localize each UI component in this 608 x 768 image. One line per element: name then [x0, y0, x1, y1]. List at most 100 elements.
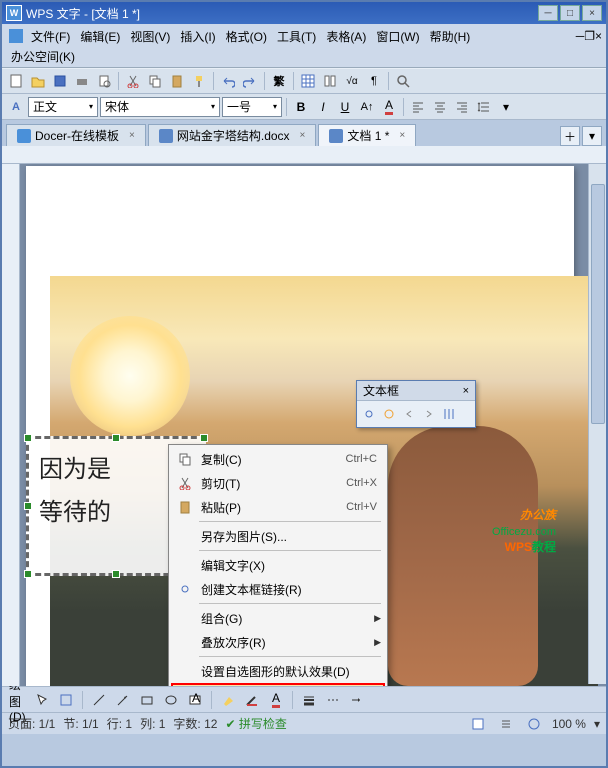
- doc-close-button[interactable]: ×: [595, 29, 602, 43]
- align-left-icon[interactable]: [408, 97, 428, 117]
- cm-order[interactable]: 叠放次序(R) ▶: [171, 630, 385, 654]
- textbox-toolbar[interactable]: 文本框 ×: [356, 380, 476, 428]
- redo-icon[interactable]: [240, 71, 260, 91]
- wps-menu-icon[interactable]: [6, 26, 26, 46]
- font-color-icon[interactable]: A: [266, 690, 286, 710]
- size-combo[interactable]: 一号▾: [222, 97, 282, 117]
- autoshapes-icon[interactable]: [56, 690, 76, 710]
- format-painter-icon[interactable]: [189, 71, 209, 91]
- tab-menu-button[interactable]: ▾: [582, 126, 602, 146]
- doc-restore-button[interactable]: ❐: [584, 29, 595, 43]
- cut-icon[interactable]: [123, 71, 143, 91]
- next-textbox-icon[interactable]: [421, 406, 437, 422]
- textbox-icon[interactable]: A: [185, 690, 205, 710]
- oval-icon[interactable]: [161, 690, 181, 710]
- floating-close-icon[interactable]: ×: [463, 385, 469, 397]
- cm-edit-text[interactable]: 编辑文字(X): [171, 553, 385, 577]
- font-color-icon[interactable]: A: [379, 97, 399, 117]
- menu-file[interactable]: 文件(F): [26, 26, 75, 47]
- font-grow-icon[interactable]: A↑: [357, 97, 377, 117]
- arrow-icon[interactable]: [113, 690, 133, 710]
- rectangle-icon[interactable]: [137, 690, 157, 710]
- line-color-icon[interactable]: [242, 690, 262, 710]
- cm-save-as-picture[interactable]: 另存为图片(S)...: [171, 524, 385, 548]
- menu-table[interactable]: 表格(A): [321, 26, 371, 47]
- doc-minimize-button[interactable]: ─: [576, 29, 585, 43]
- menu-help[interactable]: 帮助(H): [425, 26, 476, 47]
- scrollbar-thumb[interactable]: [591, 184, 605, 424]
- view-web-icon[interactable]: [524, 714, 544, 734]
- style-combo[interactable]: 正文▾: [28, 97, 98, 117]
- cm-copy[interactable]: 复制(C) Ctrl+C: [171, 447, 385, 471]
- link-icon[interactable]: [361, 406, 377, 422]
- prev-textbox-icon[interactable]: [401, 406, 417, 422]
- equation-icon[interactable]: √α: [342, 71, 362, 91]
- print-preview-icon[interactable]: [94, 71, 114, 91]
- resize-handle[interactable]: [112, 434, 120, 442]
- print-icon[interactable]: [72, 71, 92, 91]
- open-icon[interactable]: [28, 71, 48, 91]
- cm-paste[interactable]: 粘贴(P) Ctrl+V: [171, 495, 385, 519]
- menu-window[interactable]: 窗口(W): [371, 26, 424, 47]
- line-icon[interactable]: [89, 690, 109, 710]
- zoom-dropdown-icon[interactable]: ▾: [594, 717, 600, 731]
- paste-icon[interactable]: [167, 71, 187, 91]
- format-icon[interactable]: A: [6, 97, 26, 117]
- traditional-chinese-icon[interactable]: 繁: [269, 71, 289, 91]
- select-icon[interactable]: [32, 690, 52, 710]
- table-icon[interactable]: [298, 71, 318, 91]
- minimize-button[interactable]: ─: [538, 5, 558, 21]
- status-spell[interactable]: ✔ 拼写检查: [225, 715, 286, 732]
- break-link-icon[interactable]: [381, 406, 397, 422]
- close-button[interactable]: ×: [582, 5, 602, 21]
- tab-document-2[interactable]: 网站金字塔结构.docx ×: [148, 124, 317, 146]
- cm-object-format[interactable]: 设置对象格式(O)...: [171, 683, 385, 686]
- menu-view[interactable]: 视图(V): [125, 26, 175, 47]
- fill-color-icon[interactable]: [218, 690, 238, 710]
- resize-handle[interactable]: [112, 570, 120, 578]
- menu-office-space[interactable]: 办公空间(K): [6, 46, 80, 67]
- resize-handle[interactable]: [24, 502, 32, 510]
- paragraph-icon[interactable]: ¶: [364, 71, 384, 91]
- cm-create-link[interactable]: 创建文本框链接(R): [171, 577, 385, 601]
- undo-icon[interactable]: [218, 71, 238, 91]
- maximize-button[interactable]: □: [560, 5, 580, 21]
- save-icon[interactable]: [50, 71, 70, 91]
- copy-icon[interactable]: [145, 71, 165, 91]
- tab-docer[interactable]: Docer-在线模板 ×: [6, 124, 146, 146]
- align-right-icon[interactable]: [452, 97, 472, 117]
- underline-button[interactable]: U: [335, 97, 355, 117]
- columns-icon[interactable]: [320, 71, 340, 91]
- menu-insert[interactable]: 插入(I): [175, 26, 220, 47]
- menu-format[interactable]: 格式(O): [221, 26, 272, 47]
- tab-close-icon[interactable]: ×: [399, 130, 405, 141]
- horizontal-ruler[interactable]: [2, 146, 606, 164]
- font-combo[interactable]: 宋体▾: [100, 97, 220, 117]
- draw-menu[interactable]: 绘图(D): [8, 690, 28, 710]
- arrow-style-icon[interactable]: [347, 690, 367, 710]
- dash-style-icon[interactable]: [323, 690, 343, 710]
- new-icon[interactable]: [6, 71, 26, 91]
- more-icon[interactable]: ▾: [496, 97, 516, 117]
- menu-edit[interactable]: 编辑(E): [75, 26, 125, 47]
- cm-group[interactable]: 组合(G) ▶: [171, 606, 385, 630]
- line-style-icon[interactable]: [299, 690, 319, 710]
- view-outline-icon[interactable]: [496, 714, 516, 734]
- find-icon[interactable]: [393, 71, 413, 91]
- cm-default-effect[interactable]: 设置自选图形的默认效果(D): [171, 659, 385, 683]
- menu-tools[interactable]: 工具(T): [272, 26, 321, 47]
- view-print-icon[interactable]: [468, 714, 488, 734]
- vertical-ruler[interactable]: [2, 164, 20, 686]
- tab-close-icon[interactable]: ×: [129, 130, 135, 141]
- resize-handle[interactable]: [24, 570, 32, 578]
- italic-button[interactable]: I: [313, 97, 333, 117]
- resize-handle[interactable]: [200, 434, 208, 442]
- bold-button[interactable]: B: [291, 97, 311, 117]
- align-center-icon[interactable]: [430, 97, 450, 117]
- line-spacing-icon[interactable]: [474, 97, 494, 117]
- tab-close-icon[interactable]: ×: [300, 130, 306, 141]
- tab-add-button[interactable]: ＋: [560, 126, 580, 146]
- resize-handle[interactable]: [24, 434, 32, 442]
- vertical-scrollbar[interactable]: [588, 164, 606, 684]
- text-direction-icon[interactable]: [441, 406, 457, 422]
